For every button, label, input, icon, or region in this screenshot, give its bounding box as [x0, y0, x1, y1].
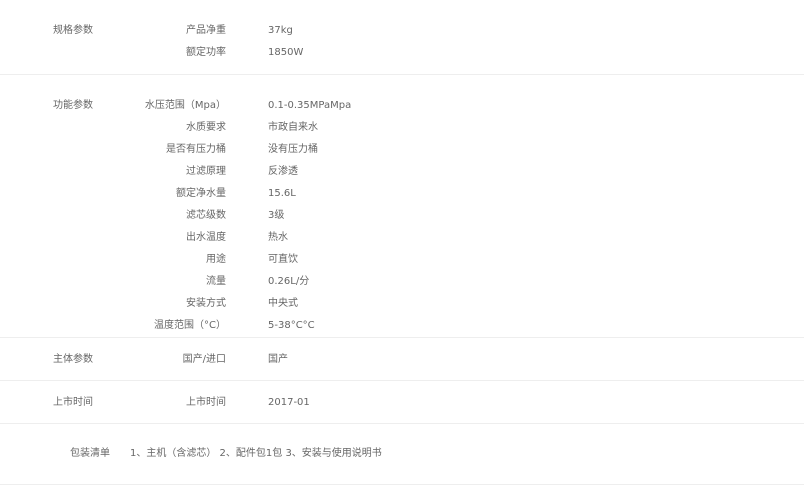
spec-row: 流量 0.26L/分	[0, 275, 804, 297]
spec-row: 过滤原理 反渗透	[0, 165, 804, 187]
spec-section-main: 主体参数 国产/进口 国产	[0, 338, 804, 381]
spec-key: 产品净重	[186, 25, 226, 36]
spec-value: 15.6L	[268, 188, 296, 199]
spec-value: 5-38°C°C	[268, 320, 315, 331]
packing-list-title: 包装清单	[70, 448, 110, 459]
spec-row: 额定功率 1850W	[0, 46, 804, 68]
packing-list-content: 1、主机（含滤芯） 2、配件包1包 3、安装与使用说明书	[130, 448, 382, 459]
spec-rows: 国产/进口 国产	[0, 338, 804, 375]
spec-rows: 产品净重 37kg 额定功率 1850W	[0, 0, 804, 68]
spec-row: 安装方式 中央式	[0, 297, 804, 319]
spec-row: 水质要求 市政自来水	[0, 121, 804, 143]
spec-key: 安装方式	[186, 298, 226, 309]
spec-key: 国产/进口	[182, 354, 226, 365]
spec-key: 滤芯级数	[186, 210, 226, 221]
spec-table: 规格参数 产品净重 37kg 额定功率 1850W 功能参数 水压范围（Mpa）…	[0, 0, 804, 485]
spec-row: 是否有压力桶 没有压力桶	[0, 143, 804, 165]
spec-key: 水质要求	[186, 122, 226, 133]
spec-row: 水压范围（Mpa） 0.1-0.35MPaMpa	[0, 99, 804, 121]
spec-value: 没有压力桶	[268, 144, 318, 155]
spec-rows: 水压范围（Mpa） 0.1-0.35MPaMpa 水质要求 市政自来水 是否有压…	[0, 75, 804, 341]
spec-value: 反渗透	[268, 166, 298, 177]
spec-section-functions: 功能参数 水压范围（Mpa） 0.1-0.35MPaMpa 水质要求 市政自来水…	[0, 75, 804, 338]
spec-value: 国产	[268, 354, 288, 365]
spec-row: 额定净水量 15.6L	[0, 187, 804, 209]
spec-key: 过滤原理	[186, 166, 226, 177]
spec-row: 出水温度 热水	[0, 231, 804, 253]
spec-row: 产品净重 37kg	[0, 24, 804, 46]
spec-key: 额定功率	[186, 47, 226, 58]
spec-key: 水压范围（Mpa）	[144, 100, 226, 111]
spec-key: 流量	[206, 276, 226, 287]
spec-value: 可直饮	[268, 254, 298, 265]
spec-value: 0.1-0.35MPaMpa	[268, 100, 352, 111]
spec-section-launch: 上市时间 上市时间 2017-01	[0, 381, 804, 424]
spec-value: 中央式	[268, 298, 298, 309]
spec-value: 2017-01	[268, 397, 310, 408]
spec-key: 是否有压力桶	[166, 144, 226, 155]
spec-key: 用途	[206, 254, 226, 265]
spec-row: 滤芯级数 3级	[0, 209, 804, 231]
spec-value: 3级	[268, 210, 285, 221]
spec-row: 国产/进口 国产	[0, 353, 804, 375]
spec-value: 37kg	[268, 25, 293, 36]
spec-value: 热水	[268, 232, 288, 243]
spec-row: 上市时间 2017-01	[0, 396, 804, 418]
spec-value: 市政自来水	[268, 122, 318, 133]
spec-rows: 上市时间 2017-01	[0, 381, 804, 418]
spec-key: 温度范围（°C）	[154, 320, 226, 331]
spec-row: 用途 可直饮	[0, 253, 804, 275]
spec-key: 上市时间	[186, 397, 226, 408]
spec-key: 额定净水量	[176, 188, 226, 199]
spec-key: 出水温度	[186, 232, 226, 243]
packing-list-section: 包装清单 1、主机（含滤芯） 2、配件包1包 3、安装与使用说明书	[0, 424, 804, 485]
spec-section-specs: 规格参数 产品净重 37kg 额定功率 1850W	[0, 0, 804, 75]
spec-value: 1850W	[268, 47, 304, 58]
spec-value: 0.26L/分	[268, 276, 310, 287]
